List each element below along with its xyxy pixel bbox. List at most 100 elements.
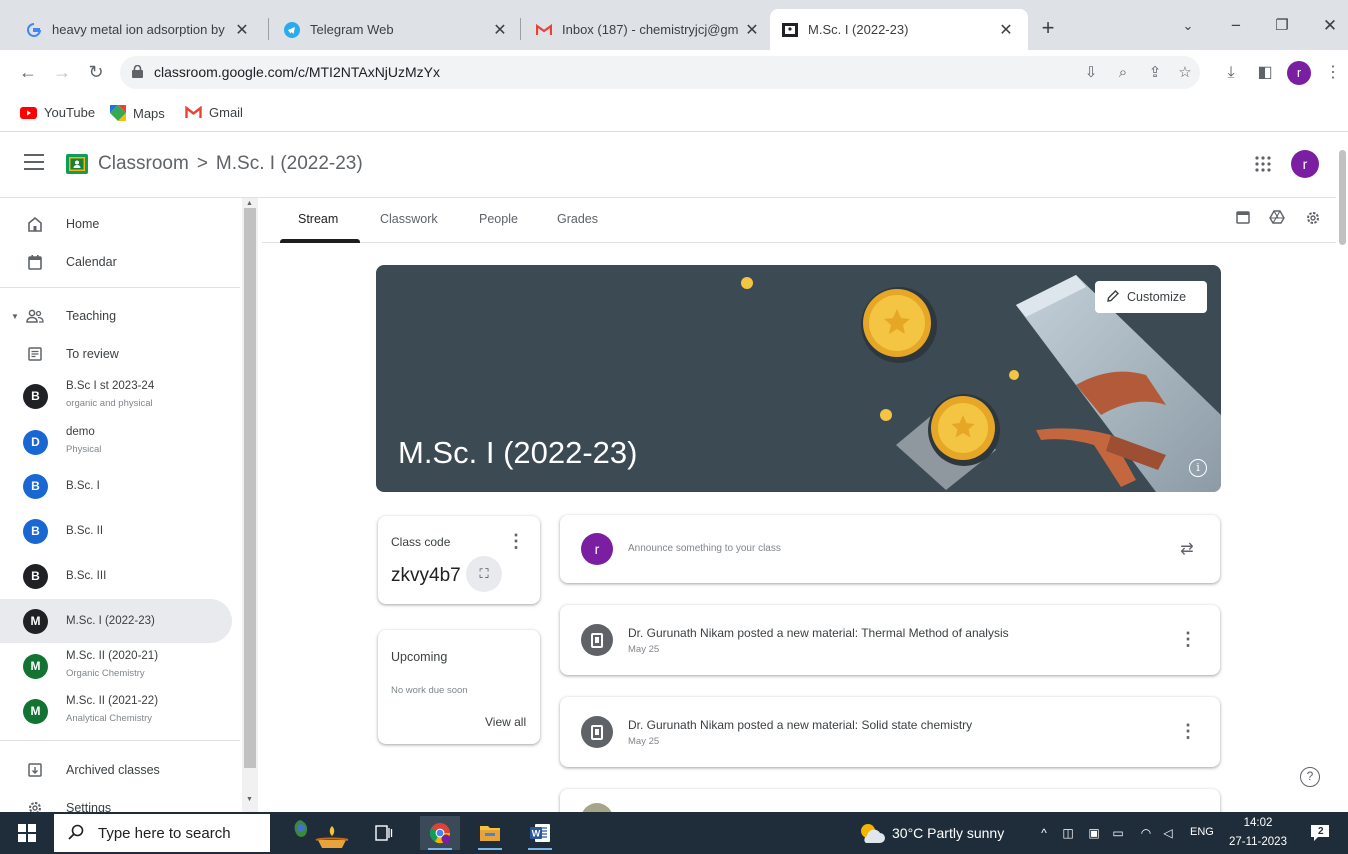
close-icon[interactable]: ✕	[996, 20, 1016, 40]
profile-avatar[interactable]: r	[1287, 61, 1311, 85]
more-options-icon[interactable]: ⋮	[1178, 629, 1198, 649]
share-icon[interactable]: ⇪	[1144, 62, 1166, 84]
tab-people[interactable]: People	[479, 212, 518, 226]
chrome-taskbar-icon[interactable]	[420, 816, 460, 850]
new-tab-button[interactable]: +	[1034, 14, 1062, 42]
customize-button[interactable]: Customize	[1095, 281, 1207, 313]
more-options-icon[interactable]: ⋮	[506, 531, 526, 551]
address-bar[interactable]: classroom.google.com/c/MTI2NTAxNjUzMzYx …	[120, 56, 1200, 89]
sidebar-item-class[interactable]: M M.Sc. II (2021-22) Analytical Chemistr…	[0, 689, 240, 733]
repost-icon[interactable]: ⇄	[1177, 540, 1197, 560]
weather-text[interactable]: 30°C Partly sunny	[892, 825, 1004, 841]
class-name: M.Sc. II (2021-22)	[66, 695, 159, 707]
calendar-icon[interactable]	[1234, 210, 1252, 228]
display-icon[interactable]: ▣	[1086, 825, 1102, 841]
sidebar-item-calendar[interactable]: Calendar	[0, 240, 240, 284]
main-menu-icon[interactable]	[24, 154, 44, 170]
downloads-icon[interactable]: ⤓	[1220, 62, 1242, 84]
volume-icon[interactable]: ◁	[1160, 825, 1176, 841]
notification-count: 2	[1318, 826, 1324, 837]
browser-tab[interactable]: Telegram Web ✕	[272, 9, 522, 50]
sidebar-scrollbar-thumb[interactable]	[244, 208, 256, 768]
close-icon[interactable]: ✕	[742, 20, 762, 40]
view-all-link[interactable]: View all	[485, 715, 526, 729]
wifi-icon[interactable]: ◠	[1138, 825, 1154, 841]
tab-classwork[interactable]: Classwork	[380, 212, 438, 226]
bookmark-star-icon[interactable]: ☆	[1174, 62, 1196, 84]
restore-icon[interactable]: ❐	[1262, 12, 1302, 40]
sidebar-item-class[interactable]: B B.Sc I st 2023-24 organic and physical	[0, 374, 240, 418]
classroom-header: Classroom > M.Sc. I (2022-23) r	[0, 132, 1336, 198]
classroom-logo-icon[interactable]	[66, 153, 88, 175]
zoom-icon[interactable]: ⌕	[1112, 62, 1134, 84]
show-hidden-icons-icon[interactable]: ^	[1036, 825, 1052, 841]
sidebar-item-class[interactable]: D demo Physical	[0, 420, 240, 464]
class-avatar: M	[23, 653, 48, 679]
tab-stream[interactable]: Stream	[298, 212, 338, 226]
sidebar-item-to-review[interactable]: To review	[0, 332, 240, 376]
forward-icon[interactable]: →	[48, 58, 76, 86]
more-options-icon[interactable]: ⋮	[1178, 721, 1198, 741]
bookmark-gmail[interactable]: Gmail	[185, 105, 243, 120]
bookmark-youtube[interactable]: YouTube	[20, 105, 95, 120]
install-icon[interactable]: ⇩	[1080, 62, 1102, 84]
window-close-icon[interactable]: ✕	[1310, 12, 1348, 40]
notification-center-icon[interactable]: 2	[1310, 824, 1330, 842]
minimize-icon[interactable]: −	[1216, 12, 1256, 40]
reload-icon[interactable]: ↻	[82, 58, 110, 86]
sidebar-item-class[interactable]: B B.Sc. III	[0, 554, 240, 598]
expand-caret-icon[interactable]: ▼	[11, 312, 19, 321]
announce-card[interactable]: r Announce something to your class ⇄	[560, 515, 1220, 583]
taskbar-clock[interactable]: 14:02 27-11-2023	[1226, 814, 1290, 852]
drive-icon[interactable]	[1268, 210, 1286, 228]
tab-search-icon[interactable]: ⌄	[1168, 12, 1208, 40]
breadcrumb-app[interactable]: Classroom	[98, 153, 189, 174]
close-icon[interactable]: ✕	[232, 20, 252, 40]
scroll-up-icon[interactable]: ▲	[246, 200, 253, 207]
class-avatar: B	[23, 563, 48, 589]
people-icon	[24, 305, 46, 327]
diwali-lamp-icon[interactable]	[282, 816, 360, 850]
upcoming-card: Upcoming No work due soon View all	[378, 630, 540, 744]
sidebar-item-class[interactable]: M M.Sc. II (2020-21) Organic Chemistry	[0, 644, 240, 688]
banner-class-title: M.Sc. I (2022-23)	[398, 435, 638, 470]
taskbar-search[interactable]: Type here to search	[54, 814, 270, 852]
menu-icon[interactable]: ⋮	[1322, 62, 1344, 84]
info-icon[interactable]: i	[1189, 459, 1207, 477]
stream-post[interactable]	[560, 789, 1220, 812]
sidebar-item-class[interactable]: B B.Sc. II	[0, 509, 240, 553]
tab-grades[interactable]: Grades	[557, 212, 598, 226]
sidebar-item-settings[interactable]: Settings	[0, 786, 240, 812]
sidebar-item-class-selected[interactable]: M M.Sc. I (2022-23)	[0, 599, 232, 643]
task-view-icon[interactable]	[364, 816, 404, 850]
battery-icon[interactable]: ▭	[1110, 825, 1126, 841]
scroll-down-icon[interactable]: ▼	[246, 796, 253, 803]
google-apps-icon[interactable]	[1254, 155, 1272, 173]
fullscreen-icon[interactable]: ⛶	[466, 556, 502, 592]
stream-post[interactable]: Dr. Gurunath Nikam posted a new material…	[560, 697, 1220, 767]
word-icon[interactable]: W	[520, 816, 560, 850]
account-avatar[interactable]: r	[1291, 150, 1319, 178]
announce-input[interactable]: Announce something to your class	[628, 543, 781, 554]
sidebar-item-class[interactable]: B B.Sc. I	[0, 464, 240, 508]
weather-icon[interactable]	[858, 821, 886, 850]
side-panel-icon[interactable]: ◧	[1254, 62, 1276, 84]
browser-tab[interactable]: Inbox (187) - chemistryjcj@gm ✕	[524, 9, 774, 50]
close-icon[interactable]: ✕	[490, 20, 510, 40]
class-avatar: B	[23, 518, 48, 544]
page-scrollbar-thumb[interactable]	[1339, 150, 1346, 245]
class-main: Stream Classwork People Grades M.Sc. I (…	[262, 198, 1336, 812]
file-explorer-icon[interactable]	[470, 816, 510, 850]
windows-start-icon[interactable]	[18, 824, 36, 842]
back-icon[interactable]: ←	[14, 58, 42, 86]
stream-post[interactable]: Dr. Gurunath Nikam posted a new material…	[560, 605, 1220, 675]
bookmark-maps[interactable]: Maps	[110, 105, 165, 121]
gmail-icon	[536, 22, 552, 38]
browser-tab[interactable]: heavy metal ion adsorption by ✕	[14, 9, 264, 50]
meet-now-icon[interactable]: ◫	[1060, 825, 1076, 841]
class-settings-icon[interactable]	[1304, 210, 1322, 228]
help-icon[interactable]: ?	[1300, 767, 1320, 787]
svg-text:W: W	[532, 829, 541, 839]
browser-tab-active[interactable]: M.Sc. I (2022-23) ✕	[770, 9, 1028, 50]
language-indicator[interactable]: ENG	[1190, 826, 1214, 838]
